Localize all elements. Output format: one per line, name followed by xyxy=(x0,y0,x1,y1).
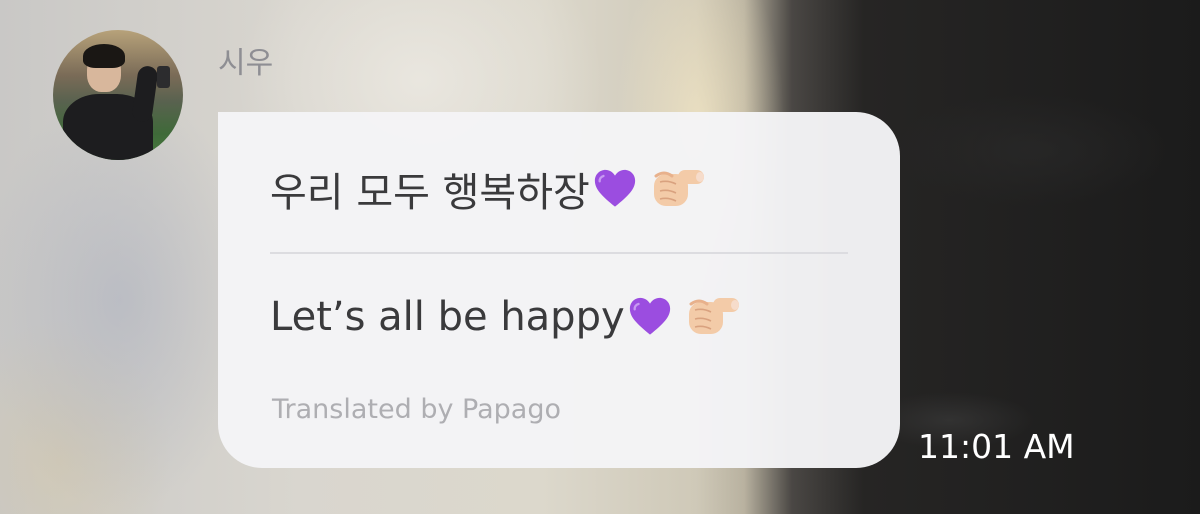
purple-heart-icon xyxy=(629,297,670,335)
translated-message-row: Let’s all be happy xyxy=(270,292,741,342)
message-bubble[interactable]: 우리 모두 행복하장 Let’s all be happy Translated… xyxy=(218,112,900,468)
pointing-finger-icon xyxy=(688,298,739,334)
translation-divider xyxy=(270,252,848,254)
original-message-row: 우리 모두 행복하장 xyxy=(270,160,706,218)
sender-avatar[interactable] xyxy=(53,30,183,160)
avatar-figure-hair xyxy=(83,44,125,68)
avatar-phone xyxy=(157,66,170,88)
message-timestamp: 11:01 AM xyxy=(918,427,1075,466)
original-message-text: 우리 모두 행복하장 xyxy=(270,170,590,216)
purple-heart-icon xyxy=(594,169,635,207)
avatar-figure-arm xyxy=(131,64,159,124)
translation-credit: Translated by Papago xyxy=(272,394,561,425)
translated-message-text: Let’s all be happy xyxy=(270,294,625,340)
pointing-finger-icon xyxy=(653,170,704,206)
sender-name: 시우 xyxy=(218,46,274,81)
